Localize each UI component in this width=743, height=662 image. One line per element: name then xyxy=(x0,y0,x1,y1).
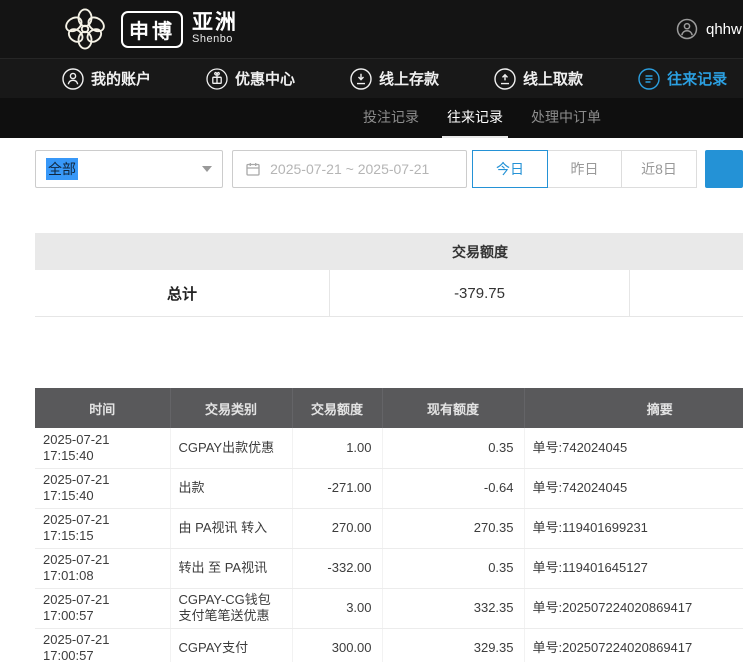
brand-region-text: 亚洲 xyxy=(192,12,238,34)
nav-item-label: 线上存款 xyxy=(379,68,439,89)
user-icon xyxy=(62,68,84,90)
cell-time: 2025-07-21 17:01:08 xyxy=(35,548,170,588)
cell-note: 单号:202507224020869417 xyxy=(524,628,743,662)
nav-item-label: 优惠中心 xyxy=(235,68,295,89)
cell-balance: 332.35 xyxy=(382,588,524,628)
table-row: 2025-07-21 17:01:08 转出 至 PA视讯 -332.00 0.… xyxy=(35,548,743,588)
transactions-table: 时间 交易类别 交易额度 现有额度 摘要 2025-07-21 17:15:40… xyxy=(35,388,743,662)
last-8-days-button[interactable]: 近8日 xyxy=(621,150,697,188)
summary-empty-cell xyxy=(630,270,743,317)
table-row: 2025-07-21 17:15:40 出款 -271.00 -0.64 单号:… xyxy=(35,468,743,508)
sub-nav: 投注记录 往来记录 处理中订单 xyxy=(0,98,743,138)
table-row: 2025-07-21 17:00:57 CGPAY-CG钱包支付笔笔送优惠 3.… xyxy=(35,588,743,628)
col-header-type: 交易类别 xyxy=(170,388,292,428)
chevron-down-icon xyxy=(202,166,212,172)
type-select-value: 全部 xyxy=(46,158,78,180)
summary-table: 交易额度 总计 -379.75 xyxy=(35,233,743,317)
nav-item-withdraw[interactable]: 线上取款 xyxy=(494,68,583,90)
summary-total-label: 总计 xyxy=(35,270,330,317)
account-menu[interactable]: qhhw xyxy=(676,0,742,58)
cell-time: 2025-07-21 17:00:57 xyxy=(35,628,170,662)
cell-note: 单号:202507224020869417 xyxy=(524,588,743,628)
col-header-balance: 现有额度 xyxy=(382,388,524,428)
cell-amount: 3.00 xyxy=(292,588,382,628)
cell-note: 单号:742024045 xyxy=(524,428,743,468)
col-header-amount: 交易额度 xyxy=(292,388,382,428)
nav-item-deposit[interactable]: 线上存款 xyxy=(350,68,439,90)
nav-item-label: 我的账户 xyxy=(91,68,151,89)
cell-type: 由 PA视讯 转入 xyxy=(170,508,292,548)
tab-transaction-records[interactable]: 往来记录 xyxy=(442,98,508,138)
nav-item-promotions[interactable]: 优惠中心 xyxy=(206,68,295,90)
cell-note: 单号:119401699231 xyxy=(524,508,743,548)
cell-note: 单号:742024045 xyxy=(524,468,743,508)
yesterday-button[interactable]: 昨日 xyxy=(547,150,623,188)
table-row: 2025-07-21 17:15:40 CGPAY出款优惠 1.00 0.35 … xyxy=(35,428,743,468)
table-row: 2025-07-21 17:00:57 CGPAY支付 300.00 329.3… xyxy=(35,628,743,662)
brand-logo: 申博 亚洲 Shenbo xyxy=(58,7,238,51)
flower-logo-icon xyxy=(58,7,112,51)
gift-icon xyxy=(206,68,228,90)
calendar-icon xyxy=(245,161,261,177)
table-header-row: 时间 交易类别 交易额度 现有额度 摘要 xyxy=(35,388,743,428)
cell-balance: 0.35 xyxy=(382,548,524,588)
summary-header-amount: 交易额度 xyxy=(330,242,630,262)
summary-total-value: -379.75 xyxy=(330,270,630,317)
cell-amount: -332.00 xyxy=(292,548,382,588)
cell-balance: 0.35 xyxy=(382,428,524,468)
search-button[interactable] xyxy=(705,150,743,188)
cell-type: CGPAY出款优惠 xyxy=(170,428,292,468)
cell-time: 2025-07-21 17:00:57 xyxy=(35,588,170,628)
nav-item-my-account[interactable]: 我的账户 xyxy=(62,68,151,90)
col-header-note: 摘要 xyxy=(524,388,743,428)
cell-amount: 270.00 xyxy=(292,508,382,548)
today-button[interactable]: 今日 xyxy=(472,150,548,188)
cell-type: 转出 至 PA视讯 xyxy=(170,548,292,588)
top-header: 申博 亚洲 Shenbo qhhw xyxy=(0,0,743,58)
brand-subtitle: Shenbo xyxy=(192,34,238,46)
col-header-time: 时间 xyxy=(35,388,170,428)
cell-type: CGPAY-CG钱包支付笔笔送优惠 xyxy=(170,588,292,628)
main-nav: 我的账户 优惠中心 线上存款 线上取款 xyxy=(0,58,743,98)
withdraw-icon xyxy=(494,68,516,90)
nav-item-label: 往来记录 xyxy=(667,68,727,89)
cell-amount: 300.00 xyxy=(292,628,382,662)
filter-bar: 全部 2025-07-21 ~ 2025-07-21 今日 昨日 近8日 xyxy=(35,150,743,188)
cell-amount: -271.00 xyxy=(292,468,382,508)
cell-note: 单号:119401645127 xyxy=(524,548,743,588)
summary-header-row: 交易额度 xyxy=(35,233,743,270)
nav-item-records[interactable]: 往来记录 xyxy=(638,68,727,90)
cell-balance: -0.64 xyxy=(382,468,524,508)
tab-betting-records[interactable]: 投注记录 xyxy=(358,98,424,138)
brand-boxed-text: 申博 xyxy=(121,11,183,48)
records-icon xyxy=(638,68,660,90)
cell-time: 2025-07-21 17:15:40 xyxy=(35,428,170,468)
cell-type: 出款 xyxy=(170,468,292,508)
date-range-value: 2025-07-21 ~ 2025-07-21 xyxy=(270,161,429,177)
cell-time: 2025-07-21 17:15:40 xyxy=(35,468,170,508)
user-avatar-icon[interactable] xyxy=(676,18,698,40)
deposit-icon xyxy=(350,68,372,90)
cell-balance: 270.35 xyxy=(382,508,524,548)
username-text[interactable]: qhhw xyxy=(706,21,742,38)
table-row: 2025-07-21 17:15:15 由 PA视讯 转入 270.00 270… xyxy=(35,508,743,548)
summary-total-row: 总计 -379.75 xyxy=(35,270,743,317)
date-range-input[interactable]: 2025-07-21 ~ 2025-07-21 xyxy=(232,150,467,188)
tab-processing-orders[interactable]: 处理中订单 xyxy=(526,98,606,138)
nav-item-label: 线上取款 xyxy=(523,68,583,89)
cell-type: CGPAY支付 xyxy=(170,628,292,662)
cell-balance: 329.35 xyxy=(382,628,524,662)
type-select[interactable]: 全部 xyxy=(35,150,223,188)
cell-amount: 1.00 xyxy=(292,428,382,468)
cell-time: 2025-07-21 17:15:15 xyxy=(35,508,170,548)
